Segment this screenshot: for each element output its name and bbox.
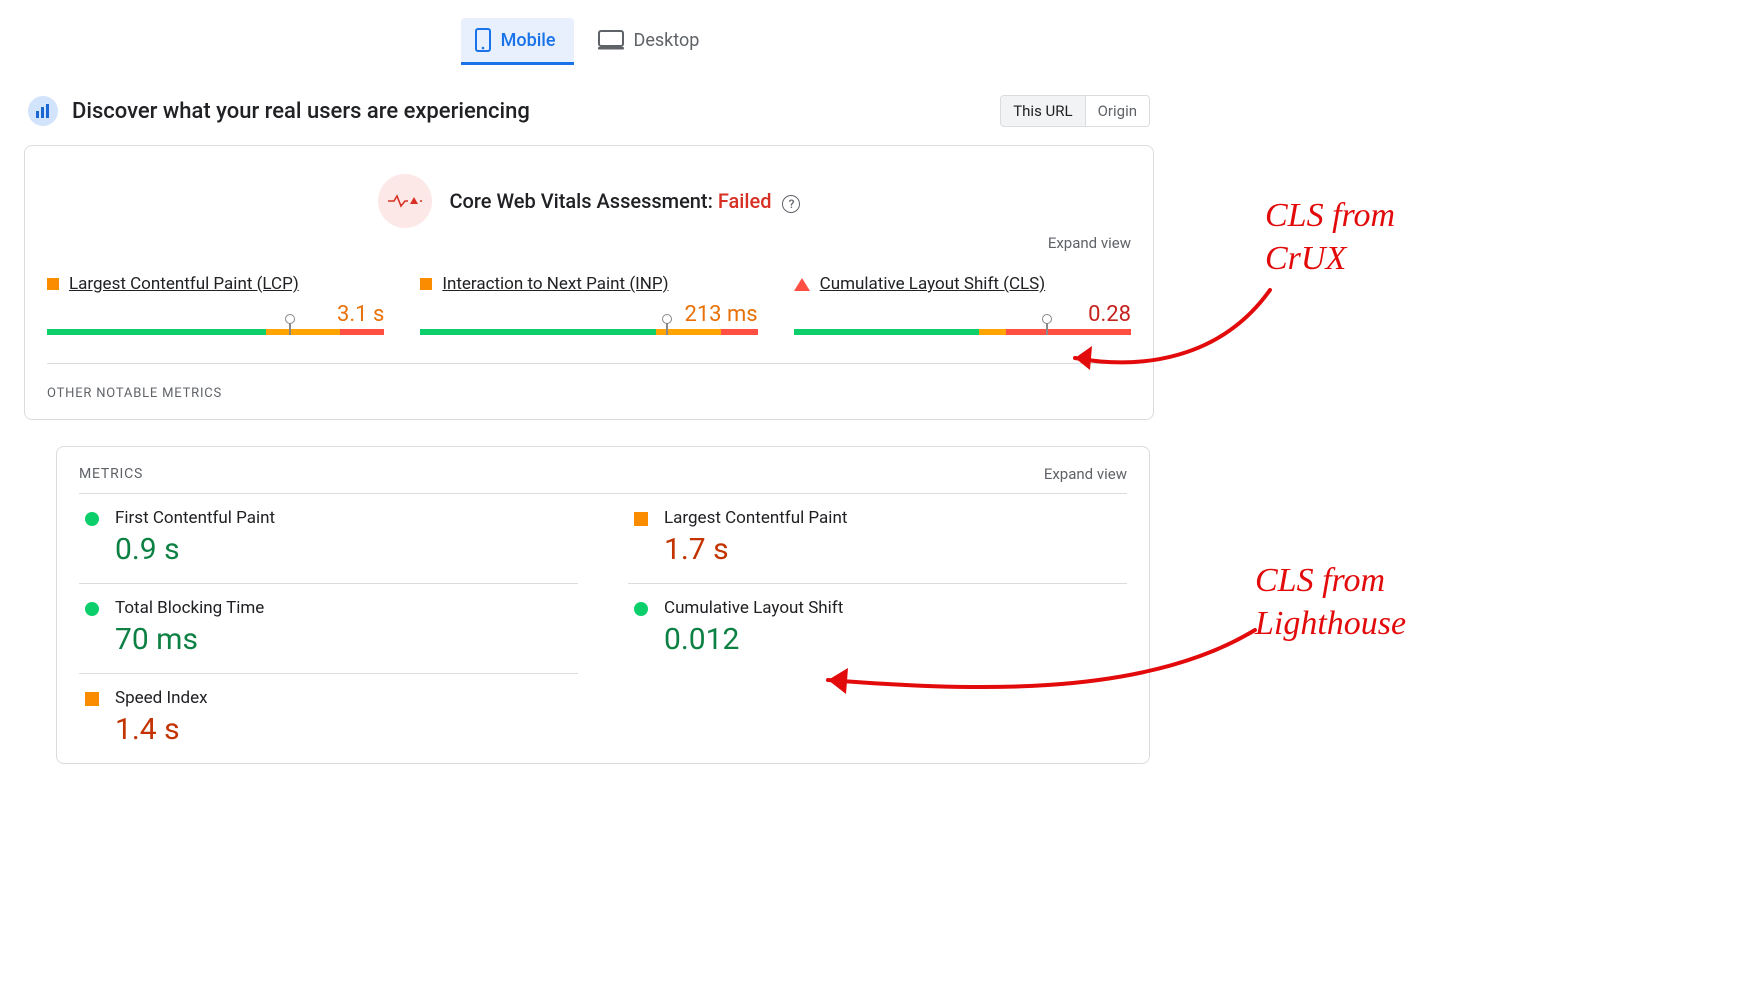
crux-card: Core Web Vitals Assessment: Failed ? Exp…: [24, 145, 1154, 420]
lh-si-label: Speed Index: [115, 688, 208, 708]
lh-lcp-label: Largest Contentful Paint: [664, 508, 847, 528]
assessment-row: Core Web Vitals Assessment: Failed ?: [47, 174, 1131, 228]
tab-mobile[interactable]: Mobile: [461, 18, 574, 65]
tab-desktop-label: Desktop: [634, 30, 700, 51]
help-icon[interactable]: ?: [782, 195, 800, 213]
lighthouse-card: METRICS Expand view First Contentful Pai…: [56, 446, 1150, 764]
lh-title: METRICS: [79, 466, 143, 482]
lh-cls-value: 0.012: [664, 622, 843, 657]
lh-metric-si: Speed Index 1.4 s: [79, 674, 578, 763]
square-icon: [47, 278, 59, 290]
assessment-status: Failed: [718, 189, 772, 213]
vital-lcp-name[interactable]: Largest Contentful Paint (LCP): [69, 274, 299, 294]
square-icon: [634, 512, 648, 526]
tab-mobile-label: Mobile: [501, 30, 556, 51]
lh-cls-label: Cumulative Layout Shift: [664, 598, 843, 618]
scope-this-url[interactable]: This URL: [1001, 96, 1084, 126]
lh-metric-tbt: Total Blocking Time 70 ms: [79, 584, 578, 674]
mobile-icon: [475, 28, 491, 52]
annotation-crux: CLS from CrUX: [1265, 195, 1395, 280]
lh-fcp-value: 0.9 s: [115, 532, 275, 567]
lh-fcp-label: First Contentful Paint: [115, 508, 275, 528]
vital-inp-name[interactable]: Interaction to Next Paint (INP): [442, 274, 668, 294]
assessment-text: Core Web Vitals Assessment: Failed ?: [450, 189, 801, 213]
vital-cls-bar: [794, 329, 1131, 335]
square-icon: [420, 278, 432, 290]
vital-cls: Cumulative Layout Shift (CLS) 0.28: [794, 274, 1131, 335]
vital-cls-name[interactable]: Cumulative Layout Shift (CLS): [820, 274, 1046, 294]
tab-desktop[interactable]: Desktop: [584, 18, 718, 65]
assessment-badge-icon: [378, 174, 432, 228]
scope-origin[interactable]: Origin: [1085, 96, 1149, 126]
annotation-lh: CLS from Lighthouse: [1255, 560, 1406, 645]
circle-icon: [85, 602, 99, 616]
lh-si-value: 1.4 s: [115, 712, 208, 747]
discover-header: Discover what your real users are experi…: [24, 95, 1154, 127]
vital-lcp: Largest Contentful Paint (LCP) 3.1 s: [47, 274, 384, 335]
vital-inp-bar: [420, 329, 757, 335]
lh-metric-fcp: First Contentful Paint 0.9 s: [79, 494, 578, 584]
lh-tbt-value: 70 ms: [115, 622, 264, 657]
triangle-icon: [794, 278, 810, 291]
crux-expand-view[interactable]: Expand view: [47, 234, 1131, 252]
circle-icon: [634, 602, 648, 616]
lh-tbt-label: Total Blocking Time: [115, 598, 264, 618]
circle-icon: [85, 512, 99, 526]
lh-expand-view[interactable]: Expand view: [1044, 465, 1127, 483]
desktop-icon: [598, 30, 624, 50]
lh-metric-cls: Cumulative Layout Shift 0.012: [628, 584, 1127, 674]
vital-cls-value: 0.28: [794, 302, 1131, 327]
discover-icon: [28, 96, 58, 126]
other-notable-metrics-label: OTHER NOTABLE METRICS: [47, 386, 1131, 401]
square-icon: [85, 692, 99, 706]
scope-segmented: This URL Origin: [1000, 95, 1150, 127]
assessment-label: Core Web Vitals Assessment:: [450, 189, 718, 213]
vitals-row: Largest Contentful Paint (LCP) 3.1 s Int…: [47, 274, 1131, 364]
device-tabs: Mobile Desktop: [24, 18, 1154, 65]
lh-metric-lcp: Largest Contentful Paint 1.7 s: [628, 494, 1127, 584]
vital-lcp-bar: [47, 329, 384, 335]
discover-title: Discover what your real users are experi…: [72, 99, 986, 124]
vital-inp: Interaction to Next Paint (INP) 213 ms: [420, 274, 757, 335]
vital-lcp-value: 3.1 s: [47, 302, 384, 327]
lh-lcp-value: 1.7 s: [664, 532, 847, 567]
vital-inp-value: 213 ms: [420, 302, 757, 327]
